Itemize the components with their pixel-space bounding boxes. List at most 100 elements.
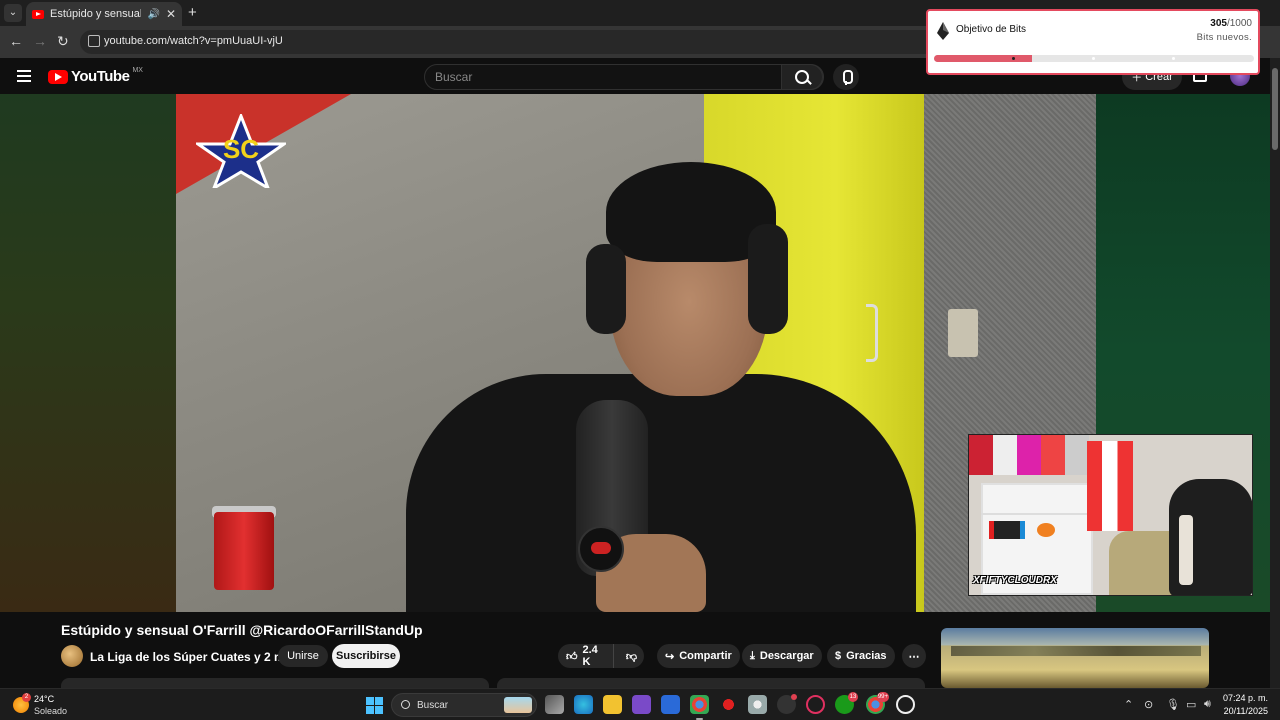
thanks-label: Gracias xyxy=(846,650,887,662)
share-button[interactable]: ↪ Compartir xyxy=(657,644,740,668)
channel-name[interactable]: La Liga de los Súper Cuates y 2 más xyxy=(90,650,298,664)
bits-progress-track xyxy=(934,55,1254,62)
bits-progress-fill xyxy=(934,55,1032,62)
search-icon xyxy=(401,700,410,709)
subscribe-button[interactable]: Suscribirse xyxy=(332,644,400,668)
thumbs-up-icon: 👍︎ xyxy=(566,650,578,663)
scrollbar-thumb[interactable] xyxy=(1272,68,1278,150)
search-box xyxy=(424,64,824,90)
reload-icon[interactable]: ↻ xyxy=(57,33,69,50)
affinity-designer-icon[interactable] xyxy=(661,695,680,714)
affinity-app-icon[interactable] xyxy=(632,695,651,714)
channel-star-logo-icon: SC xyxy=(196,114,286,188)
bits-gem-icon xyxy=(937,22,949,40)
file-explorer-icon[interactable] xyxy=(603,695,622,714)
chrome-notification-badge: 99+ xyxy=(876,692,889,702)
video-title: Estúpido y sensual O'Farrill @RicardoOFa… xyxy=(61,622,423,638)
more-actions-icon[interactable]: ⋯ xyxy=(902,644,926,668)
weather-alert-badge: 2 xyxy=(22,693,31,702)
recommended-video-thumbnail[interactable] xyxy=(941,628,1209,688)
weather-temperature[interactable]: 24°C xyxy=(34,694,54,704)
recorder-app-icon[interactable] xyxy=(719,695,738,714)
like-button[interactable]: 👍︎ 2.4 K xyxy=(558,644,614,668)
edge-browser-icon[interactable] xyxy=(574,695,593,714)
ambient-glow-left xyxy=(0,94,176,612)
browser-tab[interactable]: Estúpido y sensual O'Farrill 🔊 ✕ xyxy=(26,2,182,26)
thumbnail-herd xyxy=(951,646,1201,656)
opera-gx-icon[interactable] xyxy=(806,695,825,714)
page-scrollbar[interactable] xyxy=(1270,58,1280,688)
weather-condition[interactable]: Soleado xyxy=(34,706,67,716)
tab-search-button[interactable]: ⌄ xyxy=(4,4,22,22)
chrome-browser-icon[interactable] xyxy=(690,695,709,720)
bits-goal-count: 305/1000 xyxy=(1210,18,1252,29)
network-icon[interactable]: ▭ xyxy=(1186,698,1196,711)
speaker-icon[interactable]: 🔊 xyxy=(147,9,159,20)
url-text: youtube.com/watch?v=pmUuaUI-vjU xyxy=(104,35,283,47)
xbox-notification-badge: 13 xyxy=(848,692,858,702)
country-code: MX xyxy=(132,67,143,74)
menu-icon[interactable] xyxy=(17,70,31,82)
windows-taskbar: 2 24°C Soleado Buscar 13 99+ ⌃ ⊙ 🎙︎ ▭ 🔊︎… xyxy=(0,688,1280,720)
task-view-icon[interactable] xyxy=(545,695,564,714)
youtube-play-icon xyxy=(48,69,68,84)
headphone-right xyxy=(748,224,788,334)
microphone-tray-icon[interactable]: 🎙︎ xyxy=(1166,698,1180,711)
super-thanks-icon: $ xyxy=(835,650,842,662)
taskbar-search[interactable]: Buscar xyxy=(391,693,537,717)
video-player[interactable]: SC xyxy=(176,94,1096,612)
download-label: Descargar xyxy=(759,650,814,662)
close-tab-icon[interactable]: ✕ xyxy=(166,7,176,21)
thumbs-down-icon: 👎︎ xyxy=(625,650,637,663)
bits-goal-label: Objetivo de Bits xyxy=(956,24,1027,35)
settings-gear-icon[interactable] xyxy=(748,695,767,714)
microphone-badge xyxy=(578,526,624,572)
red-tumbler xyxy=(214,512,274,590)
download-button[interactable]: ⤓ Descargar xyxy=(742,644,822,668)
door-handle xyxy=(866,304,878,362)
tab-title: Estúpido y sensual O'Farrill xyxy=(50,8,142,20)
search-highlight-image xyxy=(504,697,532,713)
obs-studio-icon[interactable] xyxy=(777,694,797,714)
join-button[interactable]: Unirse xyxy=(278,645,328,667)
xbox-icon[interactable]: 13 xyxy=(835,692,858,714)
channel-avatar[interactable] xyxy=(61,645,83,667)
bits-milestone-dot xyxy=(1092,57,1095,60)
bits-milestone-dot xyxy=(1172,57,1175,60)
headphone-left xyxy=(586,244,626,334)
site-info-icon[interactable] xyxy=(88,35,100,47)
thanks-button[interactable]: $ Gracias xyxy=(827,644,895,668)
youtube-logo[interactable]: YouTube MX xyxy=(48,67,143,85)
shelf-divider xyxy=(981,513,1093,515)
wall-flag xyxy=(1087,441,1133,531)
shelf-collectibles xyxy=(969,435,1089,475)
volume-icon[interactable]: 🔊︎ xyxy=(1204,698,1211,711)
clock-date[interactable]: 20/11/2025 xyxy=(1224,706,1268,716)
taskbar-search-label: Buscar xyxy=(417,700,449,711)
chair-trim xyxy=(1179,515,1193,585)
tray-chevron-icon[interactable]: ⌃ xyxy=(1124,698,1133,711)
voice-search-icon[interactable] xyxy=(833,64,859,90)
game-console xyxy=(989,521,1025,539)
dislike-button[interactable]: 👎︎ xyxy=(619,650,644,663)
search-icon[interactable] xyxy=(781,64,823,90)
pumpkin-decoration xyxy=(1037,523,1055,537)
download-icon: ⤓ xyxy=(750,649,755,662)
tray-app-icon[interactable]: ⊙ xyxy=(1144,698,1153,711)
share-label: Compartir xyxy=(679,650,732,662)
light-switch xyxy=(948,309,978,357)
youtube-wordmark: YouTube xyxy=(71,68,130,85)
streamlabs-icon[interactable] xyxy=(896,695,915,714)
search-input[interactable] xyxy=(425,65,781,89)
bits-goal-subtitle: Bits nuevos. xyxy=(1196,32,1252,43)
chrome-profile-icon[interactable]: 99+ xyxy=(866,692,889,714)
share-arrow-icon: ↪ xyxy=(665,650,675,663)
stream-camera-overlay: XFIFTYCLOUDRX xyxy=(968,434,1253,596)
youtube-favicon-icon xyxy=(32,9,44,19)
new-tab-button[interactable]: + xyxy=(188,4,197,21)
clock-time[interactable]: 07:24 p. m. xyxy=(1223,693,1268,703)
windows-start-icon[interactable] xyxy=(366,697,383,714)
bits-current: 305 xyxy=(1210,18,1227,29)
forward-arrow-icon[interactable]: → xyxy=(33,33,47,49)
back-arrow-icon[interactable]: ← xyxy=(9,33,23,49)
